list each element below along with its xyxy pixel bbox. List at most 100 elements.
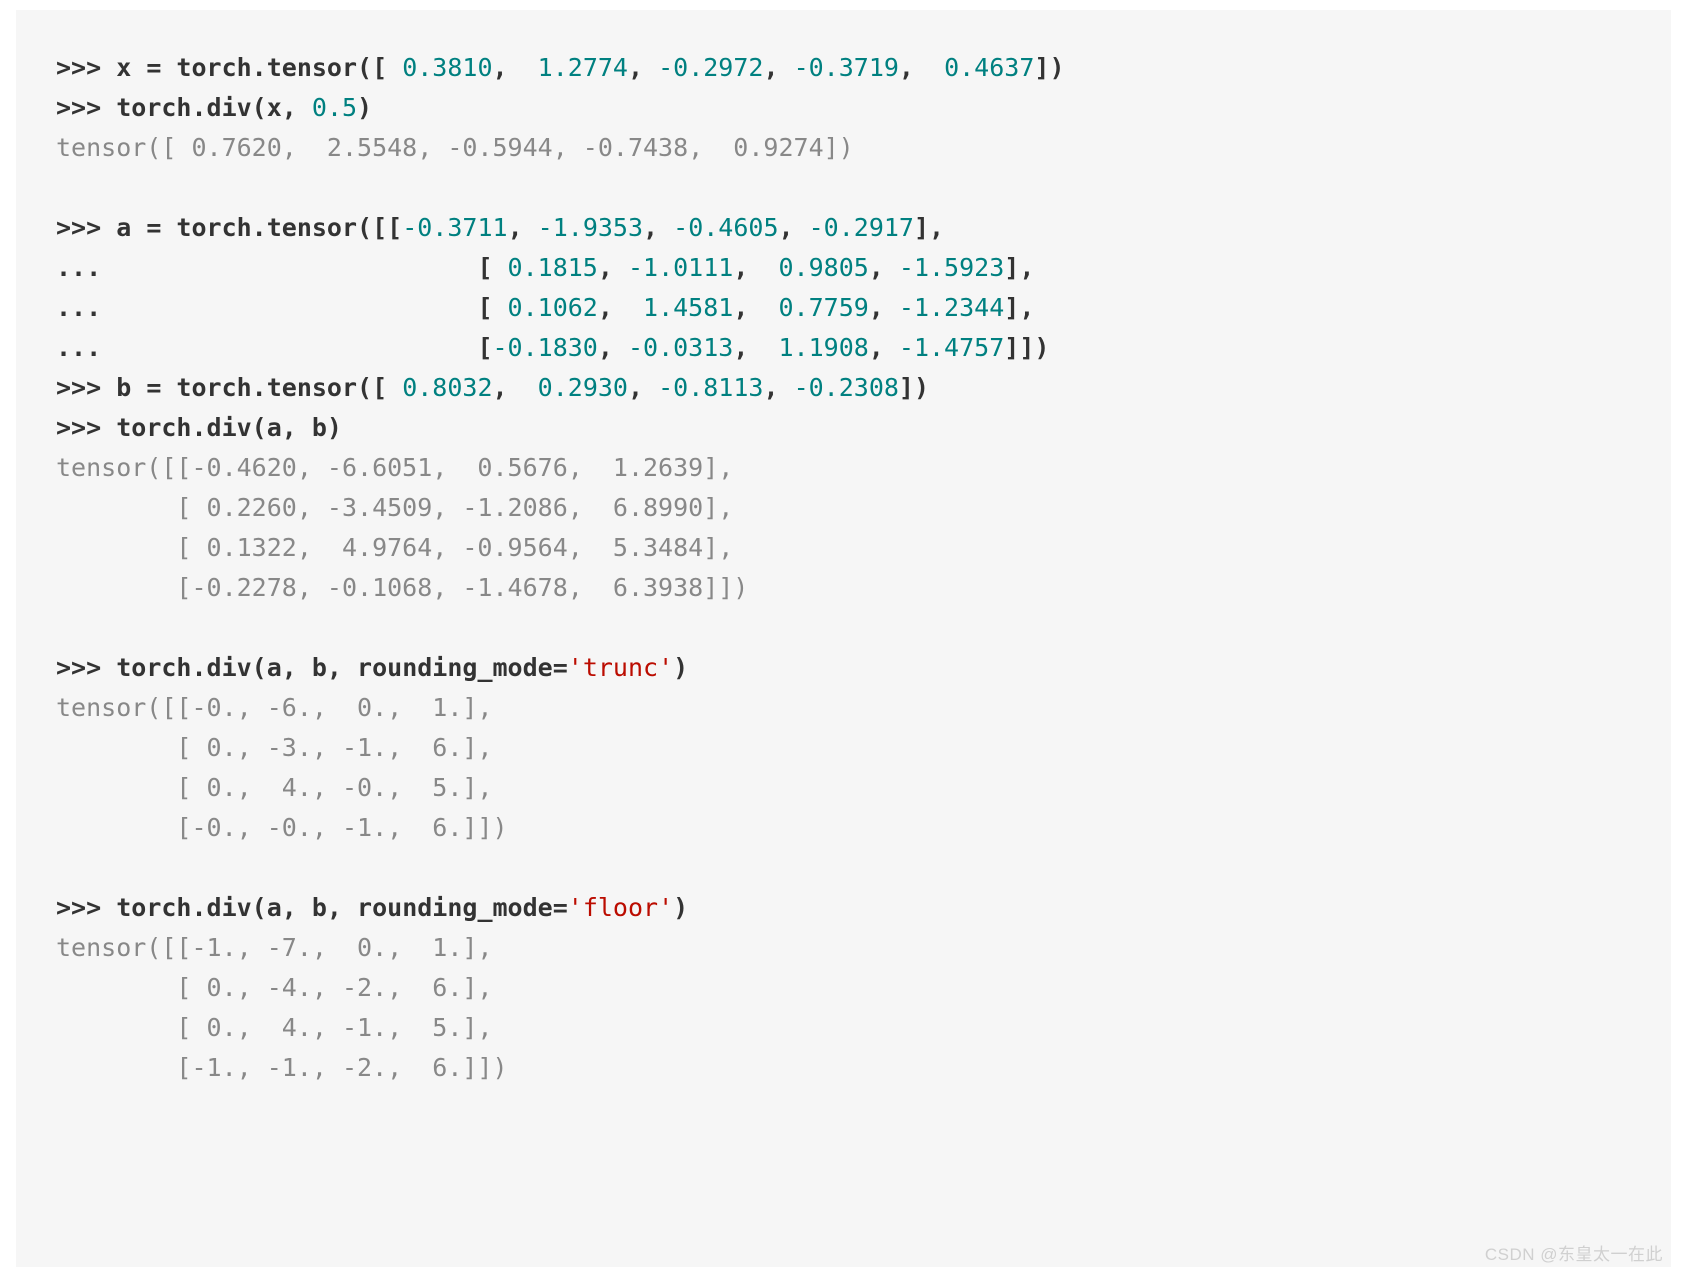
continuation-prompt: ... bbox=[56, 333, 477, 362]
close: ], bbox=[914, 213, 944, 242]
open: [ bbox=[477, 253, 507, 282]
number: 1.2774 bbox=[538, 53, 628, 82]
number: 1.4581 bbox=[643, 293, 733, 322]
repl-continuation-line: ... [ 0.1062, 1.4581, 0.7759, -1.2344], bbox=[56, 288, 1631, 328]
number: -1.9353 bbox=[538, 213, 643, 242]
number: -0.0313 bbox=[628, 333, 733, 362]
prompt: >>> bbox=[56, 373, 116, 402]
repl-continuation-line: ... [ 0.1815, -1.0111, 0.9805, -1.5923], bbox=[56, 248, 1631, 288]
repl-input-line: >>> torch.div(a, b, rounding_mode='floor… bbox=[56, 888, 1631, 928]
continuation-prompt: ... bbox=[56, 253, 477, 282]
code: torch.div(a, b, rounding_mode= bbox=[116, 653, 568, 682]
repl-output-line: [ 0., -4., -2., 6.], bbox=[56, 968, 1631, 1008]
sep: , bbox=[598, 253, 628, 282]
repl-input-line: >>> torch.div(a, b) bbox=[56, 408, 1631, 448]
code-block: >>> x = torch.tensor([ 0.3810, 1.2774, -… bbox=[16, 10, 1671, 1267]
number: -0.1830 bbox=[493, 333, 598, 362]
number: 0.5 bbox=[312, 93, 357, 122]
number: -0.2308 bbox=[794, 373, 899, 402]
close: ) bbox=[673, 653, 688, 682]
sep: , bbox=[733, 293, 778, 322]
number: -0.4605 bbox=[673, 213, 778, 242]
repl-output-line: [ 0.2260, -3.4509, -1.2086, 6.8990], bbox=[56, 488, 1631, 528]
number: 0.2930 bbox=[538, 373, 628, 402]
sep: , bbox=[899, 53, 944, 82]
sep: , bbox=[763, 53, 793, 82]
close: ]) bbox=[1034, 53, 1064, 82]
number: 1.1908 bbox=[778, 333, 868, 362]
string: 'trunc' bbox=[568, 653, 673, 682]
repl-output-line: tensor([[-1., -7., 0., 1.], bbox=[56, 928, 1631, 968]
sep: , bbox=[869, 293, 899, 322]
sep: , bbox=[779, 213, 809, 242]
repl-output-line: [ 0.1322, 4.9764, -0.9564, 5.3484], bbox=[56, 528, 1631, 568]
sep: , bbox=[598, 293, 643, 322]
number: -0.3719 bbox=[794, 53, 899, 82]
string: 'floor' bbox=[568, 893, 673, 922]
blank-line bbox=[56, 168, 1631, 208]
sep: , bbox=[869, 333, 899, 362]
blank-line bbox=[56, 608, 1631, 648]
repl-output-line: tensor([[-0.4620, -6.6051, 0.5676, 1.263… bbox=[56, 448, 1631, 488]
repl-input-line: >>> x = torch.tensor([ 0.3810, 1.2774, -… bbox=[56, 48, 1631, 88]
repl-output-line: [ 0., -3., -1., 6.], bbox=[56, 728, 1631, 768]
watermark: CSDN @东皇太一在此 bbox=[1485, 1240, 1663, 1265]
number: -1.2344 bbox=[899, 293, 1004, 322]
repl-continuation-line: ... [-0.1830, -0.0313, 1.1908, -1.4757]]… bbox=[56, 328, 1631, 368]
prompt: >>> bbox=[56, 893, 116, 922]
sep: , bbox=[869, 253, 899, 282]
prompt: >>> bbox=[56, 213, 116, 242]
blank-line bbox=[56, 848, 1631, 888]
sep: , bbox=[628, 53, 658, 82]
close: ) bbox=[357, 93, 372, 122]
repl-input-line: >>> torch.div(x, 0.5) bbox=[56, 88, 1631, 128]
sep: , bbox=[643, 213, 673, 242]
number: 0.3810 bbox=[402, 53, 492, 82]
continuation-prompt: ... bbox=[56, 293, 477, 322]
prompt: >>> bbox=[56, 653, 116, 682]
repl-input-line: >>> torch.div(a, b, rounding_mode='trunc… bbox=[56, 648, 1631, 688]
close: ], bbox=[1004, 253, 1034, 282]
number: -0.8113 bbox=[658, 373, 763, 402]
repl-output-line: [-0.2278, -0.1068, -1.4678, 6.3938]]) bbox=[56, 568, 1631, 608]
number: 0.4637 bbox=[944, 53, 1034, 82]
number: 0.9805 bbox=[778, 253, 868, 282]
repl-output-line: [-1., -1., -2., 6.]]) bbox=[56, 1048, 1631, 1088]
sep: , bbox=[598, 333, 628, 362]
code: a = torch.tensor([[ bbox=[116, 213, 402, 242]
number: -0.2972 bbox=[658, 53, 763, 82]
repl-output-line: [ 0., 4., -1., 5.], bbox=[56, 1008, 1631, 1048]
code: torch.div(a, b, rounding_mode= bbox=[116, 893, 568, 922]
sep: , bbox=[763, 373, 793, 402]
prompt: >>> bbox=[56, 53, 116, 82]
number: 0.7759 bbox=[778, 293, 868, 322]
repl-output-line: tensor([[-0., -6., 0., 1.], bbox=[56, 688, 1631, 728]
close: ]) bbox=[899, 373, 929, 402]
code: x = torch.tensor([ bbox=[116, 53, 402, 82]
number: -0.3711 bbox=[402, 213, 507, 242]
prompt: >>> bbox=[56, 413, 116, 442]
close: ], bbox=[1004, 293, 1034, 322]
sep: , bbox=[733, 253, 778, 282]
repl-output-line: tensor([ 0.7620, 2.5548, -0.5944, -0.743… bbox=[56, 128, 1631, 168]
code: b = torch.tensor([ bbox=[116, 373, 402, 402]
open: [ bbox=[477, 293, 507, 322]
number: 0.1062 bbox=[508, 293, 598, 322]
repl-input-line: >>> a = torch.tensor([[-0.3711, -1.9353,… bbox=[56, 208, 1631, 248]
close: ) bbox=[673, 893, 688, 922]
prompt: >>> bbox=[56, 93, 116, 122]
number: -0.2917 bbox=[809, 213, 914, 242]
open: [ bbox=[477, 333, 492, 362]
sep: , bbox=[733, 333, 778, 362]
number: 0.1815 bbox=[508, 253, 598, 282]
repl-output-line: [-0., -0., -1., 6.]]) bbox=[56, 808, 1631, 848]
close: ]]) bbox=[1004, 333, 1049, 362]
repl-output-line: [ 0., 4., -0., 5.], bbox=[56, 768, 1631, 808]
sep: , bbox=[493, 373, 538, 402]
code: torch.div(a, b) bbox=[116, 413, 342, 442]
sep: , bbox=[508, 213, 538, 242]
sep: , bbox=[493, 53, 538, 82]
number: -1.0111 bbox=[628, 253, 733, 282]
number: 0.8032 bbox=[402, 373, 492, 402]
code: torch.div(x, bbox=[116, 93, 312, 122]
